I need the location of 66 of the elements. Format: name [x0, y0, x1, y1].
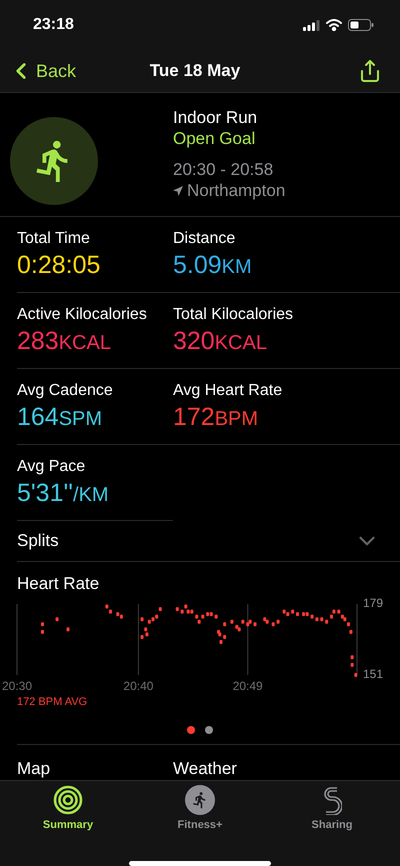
- battery-icon: [348, 19, 374, 31]
- heart-rate-point: [66, 626, 70, 631]
- section-title: Weather: [173, 759, 238, 780]
- tab[interactable]: Fitness+: [150, 785, 250, 831]
- wifi-icon: [326, 19, 342, 31]
- signal-icon: [303, 20, 320, 30]
- heart-rate-point: [272, 622, 275, 626]
- metric-value: 0:28:05: [17, 250, 102, 281]
- tab[interactable]: Sharing: [282, 785, 382, 831]
- time-label: 20:49: [232, 678, 263, 693]
- workout-goal: Open Goal: [173, 128, 256, 149]
- heart-rate-point: [350, 662, 354, 666]
- average-label: 172 BPM AVG: [17, 696, 88, 708]
- metric-value: 5'31''/KM: [17, 478, 110, 509]
- workout-time: 20:30 - 20:58: [173, 159, 274, 180]
- runner-icon: [185, 785, 215, 815]
- section-title: Map: [17, 759, 52, 780]
- min-label: 151: [362, 666, 383, 681]
- location-arrow-icon: [173, 186, 183, 196]
- time-label: 20:40: [123, 678, 154, 693]
- metric-label: Avg Heart Rate: [173, 380, 284, 401]
- heart-rate-point: [158, 606, 162, 611]
- metric-value: 164SPM: [17, 402, 104, 433]
- chart-title: Heart Rate: [17, 574, 100, 594]
- share-button[interactable]: [358, 59, 382, 83]
- heart-rate-point: [41, 629, 44, 634]
- heart-rate-point: [325, 619, 328, 624]
- metric-label: Total Time: [17, 228, 91, 249]
- metric-label: Distance: [173, 228, 236, 249]
- metric-value: 320KCAL: [173, 326, 268, 357]
- metric-label: Total Kilocalories: [173, 304, 294, 325]
- heart-rate-point: [349, 629, 352, 634]
- heart-rate-point: [56, 616, 59, 621]
- status-time: 23:18: [33, 16, 74, 34]
- heart-rate-point: [296, 612, 299, 616]
- heart-rate-point: [254, 622, 256, 626]
- workout-name: Indoor Run: [173, 107, 258, 128]
- heart-rate-point: [214, 614, 218, 618]
- nav-title: Tue 18 May: [150, 61, 240, 81]
- heart-rate-point: [140, 616, 144, 621]
- heart-rate-point: [291, 609, 294, 614]
- heart-rate-point: [354, 672, 358, 677]
- heart-rate-point: [276, 619, 280, 624]
- page-dot[interactable]: [205, 726, 213, 734]
- back-button[interactable]: Back: [8, 58, 76, 84]
- max-label: 179: [362, 596, 383, 610]
- heart-rate-point: [230, 619, 234, 624]
- heart-rate-point: [320, 616, 324, 621]
- heart-rate-point: [41, 622, 44, 626]
- sharing-icon: [322, 785, 342, 815]
- metric-label: Avg Pace: [17, 456, 86, 477]
- tab[interactable]: Summary: [18, 785, 118, 831]
- heart-rate-point: [350, 654, 354, 659]
- heart-rate-point: [176, 606, 179, 611]
- metric-label: Active Kilocalories: [17, 304, 148, 325]
- page-dot[interactable]: [187, 726, 195, 734]
- metric-value: 172BPM: [173, 402, 260, 433]
- workout-location: Northampton: [187, 180, 286, 201]
- heart-rate-point: [223, 622, 226, 626]
- metric-value: 283KCAL: [17, 326, 112, 357]
- heart-rate-point: [241, 619, 244, 624]
- rings-icon: [53, 785, 83, 815]
- splits-row[interactable]: Splits: [17, 520, 400, 562]
- time-label: 20:30: [2, 678, 32, 693]
- metric-value: 5.09KM: [173, 250, 253, 281]
- metric-label: Avg Cadence: [17, 380, 114, 401]
